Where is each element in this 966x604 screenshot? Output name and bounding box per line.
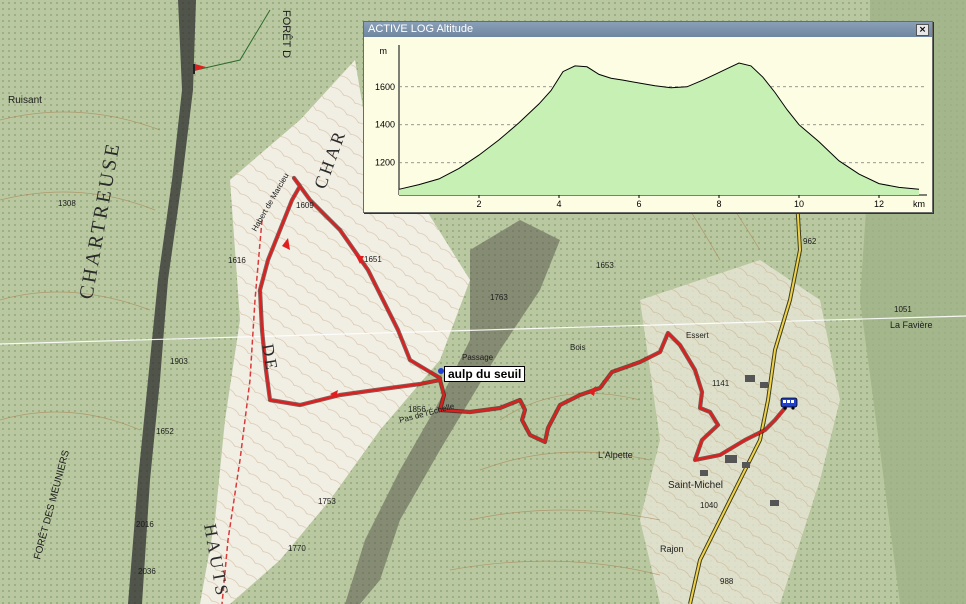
map-label: 1652 — [156, 427, 174, 436]
map-label: 962 — [803, 237, 817, 246]
x-tick-label: 8 — [716, 199, 721, 209]
x-tick-label: 4 — [556, 199, 561, 209]
map-label: Ruisant — [8, 95, 42, 106]
map-label: Rajon — [660, 544, 684, 554]
map-label: 1141 — [712, 379, 730, 388]
y-tick-label: 1200 — [375, 158, 395, 168]
window-titlebar[interactable]: ACTIVE LOG Altitude × — [364, 22, 932, 37]
map-label: 1653 — [596, 261, 614, 270]
map-label: Bois — [570, 343, 586, 352]
map-label: L'Alpette — [598, 450, 633, 460]
map-label: 1616 — [228, 256, 246, 265]
y-tick-label: 1400 — [375, 120, 395, 130]
y-axis-label: m — [380, 46, 388, 56]
map-label: 1651 — [364, 255, 382, 264]
map-label: 1770 — [288, 544, 306, 553]
map-label: 1609 — [296, 201, 314, 210]
map-label: 2016 — [136, 520, 154, 529]
map-label: 1051 — [894, 305, 912, 314]
map-label: 1903 — [170, 357, 188, 366]
parking-bus-icon — [780, 397, 798, 410]
x-tick-label: 6 — [636, 199, 641, 209]
map-label: Passage — [462, 353, 494, 362]
map-label: 988 — [720, 577, 734, 586]
map-label: 1308 — [58, 199, 76, 208]
altitude-chart: 1200 1400 1600 m 2 4 6 8 10 12 km — [375, 45, 927, 209]
close-button[interactable]: × — [916, 24, 929, 36]
altitude-area — [399, 63, 919, 195]
x-axis-label: km — [913, 199, 925, 209]
map-label: 2036 — [138, 567, 156, 576]
y-tick-label: 1600 — [375, 82, 395, 92]
map-label: 1856 — [408, 405, 426, 414]
waypoint-label[interactable]: aulp du seuil — [444, 366, 526, 382]
map-label: 1763 — [490, 293, 508, 302]
map-label: FORÊT D — [280, 10, 293, 58]
window-title: ACTIVE LOG Altitude — [368, 23, 474, 35]
map-label: Essert — [686, 331, 709, 340]
x-tick-label: 12 — [874, 199, 884, 209]
map-label: La Favière — [890, 320, 933, 330]
x-tick-label: 2 — [476, 199, 481, 209]
map-label: 1753 — [318, 497, 336, 506]
map-label: 1040 — [700, 501, 718, 510]
map-label: Saint-Michel — [668, 480, 723, 491]
x-tick-label: 10 — [794, 199, 804, 209]
flag-icon — [193, 64, 206, 74]
close-icon: × — [918, 25, 927, 35]
altitude-profile-window[interactable]: ACTIVE LOG Altitude × 1200 1400 1600 m 2 4 6 8 1… — [363, 21, 933, 213]
